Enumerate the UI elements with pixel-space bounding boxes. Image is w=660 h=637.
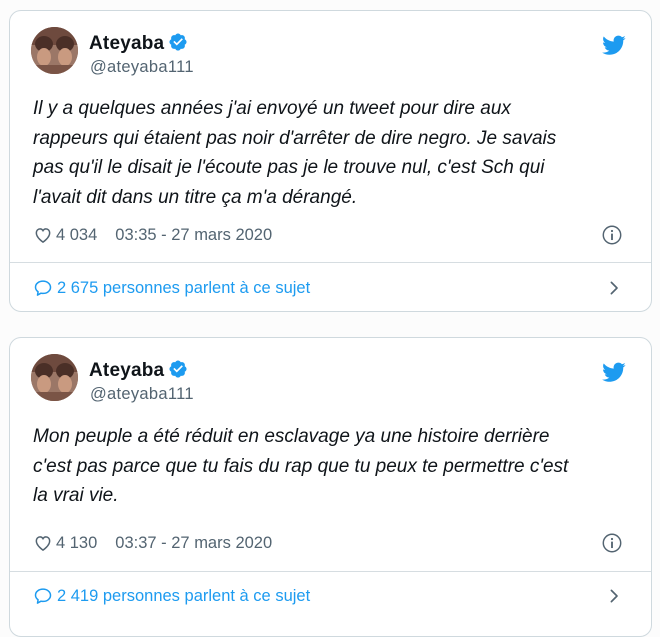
twitter-bird-icon[interactable] <box>602 360 626 384</box>
like-count[interactable]: 4 130 <box>56 534 97 553</box>
tweet-card[interactable]: Ateyaba @ateyaba111 Il y a quelques anné… <box>9 10 652 312</box>
tweet-meta: 4 034 03:35 - 27 mars 2020 <box>33 223 272 247</box>
info-icon[interactable] <box>601 532 623 554</box>
tweet-meta: 4 130 03:37 - 27 mars 2020 <box>33 531 272 555</box>
conversation-link[interactable]: 2 419 personnes parlent à ce sujet <box>33 584 310 608</box>
conversation-text: 2 419 personnes parlent à ce sujet <box>57 586 311 605</box>
display-name[interactable]: Ateyaba <box>89 359 188 382</box>
tweet-text: Mon peuple a été réduit en esclavage ya … <box>33 426 569 506</box>
tweet-card[interactable]: Ateyaba @ateyaba111 Mon peuple a été réd… <box>9 337 652 637</box>
tweet-text: Il y a quelques années j'ai envoyé un tw… <box>33 98 557 208</box>
info-icon[interactable] <box>601 224 623 246</box>
tweet-header: Ateyaba @ateyaba111 <box>10 11 651 81</box>
user-handle[interactable]: @ateyaba111 <box>90 385 194 404</box>
timestamp[interactable]: 03:37 - 27 mars 2020 <box>115 534 272 553</box>
timestamp[interactable]: 03:35 - 27 mars 2020 <box>115 226 272 245</box>
verified-icon <box>169 360 187 378</box>
divider <box>10 262 651 263</box>
heart-icon[interactable] <box>33 533 53 553</box>
display-name[interactable]: Ateyaba <box>89 32 188 55</box>
speech-bubble-icon <box>34 588 52 604</box>
conversation-text: 2 675 personnes parlent à ce sujet <box>57 278 311 297</box>
like-count[interactable]: 4 034 <box>56 226 97 245</box>
chevron-right-icon[interactable] <box>605 279 623 297</box>
display-name-text: Ateyaba <box>89 360 165 381</box>
display-name-text: Ateyaba <box>89 33 165 54</box>
chevron-right-icon[interactable] <box>605 587 623 605</box>
avatar[interactable] <box>31 354 78 401</box>
divider <box>10 571 651 572</box>
conversation-link[interactable]: 2 675 personnes parlent à ce sujet <box>33 276 310 300</box>
tweet-header: Ateyaba @ateyaba111 <box>10 338 651 408</box>
user-handle[interactable]: @ateyaba111 <box>90 58 194 77</box>
speech-bubble-icon <box>34 280 52 296</box>
verified-icon <box>169 33 187 51</box>
twitter-bird-icon[interactable] <box>602 33 626 57</box>
avatar[interactable] <box>31 27 78 74</box>
heart-icon[interactable] <box>33 225 53 245</box>
